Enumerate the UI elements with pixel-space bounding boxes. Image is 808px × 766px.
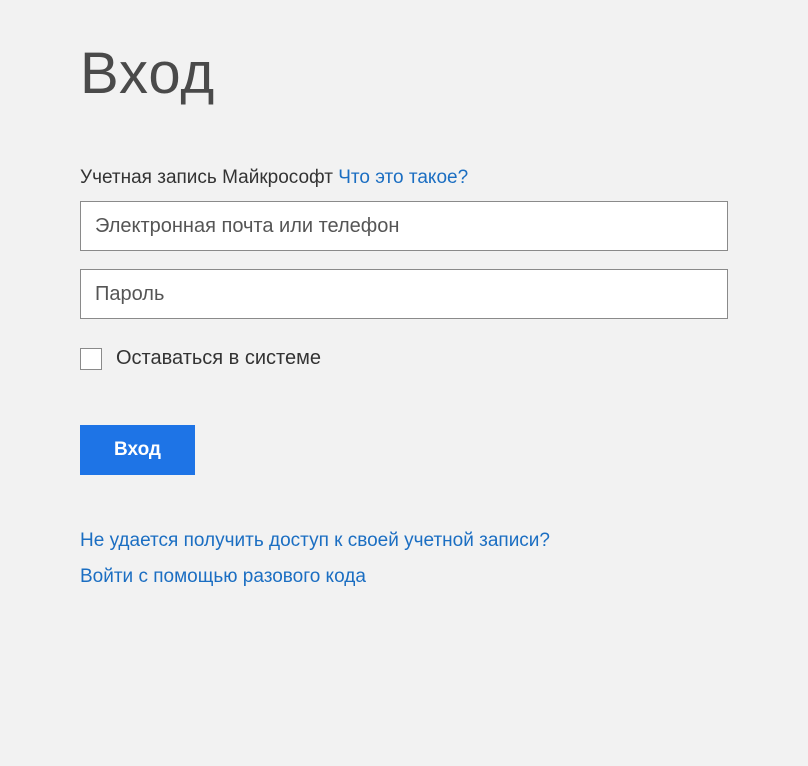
signin-button[interactable]: Вход: [80, 425, 195, 475]
help-links: Не удается получить доступ к своей учетн…: [80, 530, 728, 588]
stay-signed-in-row: Оставаться в системе: [80, 347, 728, 370]
stay-signed-in-checkbox[interactable]: [80, 348, 102, 370]
whats-this-link[interactable]: Что это такое?: [338, 167, 468, 188]
password-field[interactable]: [80, 269, 728, 319]
onetime-code-link[interactable]: Войти с помощью разового кода: [80, 566, 728, 588]
signin-form: Вход Учетная запись Майкрософт Что это т…: [0, 0, 808, 628]
account-label-row: Учетная запись Майкрософт Что это такое?: [80, 167, 728, 189]
page-title: Вход: [80, 40, 728, 107]
cant-access-link[interactable]: Не удается получить доступ к своей учетн…: [80, 530, 728, 552]
email-field[interactable]: [80, 201, 728, 251]
stay-signed-in-label: Оставаться в системе: [116, 347, 321, 370]
account-label: Учетная запись Майкрософт: [80, 167, 333, 188]
